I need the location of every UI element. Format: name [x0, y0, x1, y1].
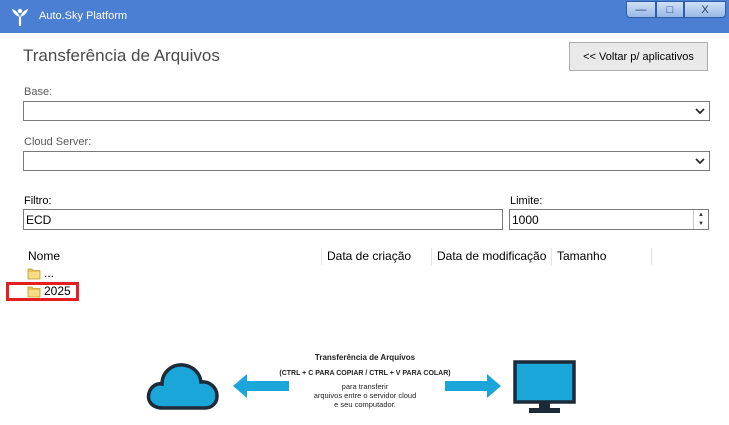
list-item[interactable]: ...: [23, 265, 54, 281]
cloud-icon: [146, 363, 219, 410]
banner-line-1: para transferir: [341, 382, 389, 391]
list-header: Nome Data de criação Data de modificação…: [23, 248, 710, 265]
minimize-button[interactable]: —: [626, 1, 656, 18]
limit-label: Limite:: [510, 195, 543, 207]
banner-shortcut: (CTRL + C PARA COPIAR / CTRL + V PARA CO…: [279, 370, 451, 377]
maximize-button[interactable]: □: [656, 1, 684, 18]
highlight-box: [6, 282, 79, 301]
cloud-server-select[interactable]: [23, 151, 710, 171]
page-title: Transferência de Arquivos: [23, 46, 220, 65]
column-header-modified[interactable]: Data de modificação: [432, 248, 552, 265]
window-title: Auto.Sky Platform: [39, 10, 128, 22]
filter-input[interactable]: ECD: [23, 209, 503, 230]
arrow-right-icon: [445, 374, 501, 398]
transfer-banner: Transferência de Arquivos (CTRL + C PARA…: [0, 345, 729, 425]
spin-up-icon[interactable]: ▲: [694, 210, 708, 219]
banner-title: Transferência de Arquivos: [314, 353, 416, 362]
app-logo-icon: [12, 8, 28, 26]
window-controls: — □ X: [626, 1, 726, 19]
column-header-size[interactable]: Tamanho: [552, 248, 652, 265]
filter-label: Filtro:: [24, 195, 52, 207]
spin-down-icon[interactable]: ▼: [694, 219, 708, 228]
spin-buttons: ▲ ▼: [693, 210, 708, 229]
chevron-down-icon: [695, 108, 705, 115]
base-select[interactable]: [23, 101, 710, 121]
title-bar: Auto.Sky Platform — □ X: [0, 0, 729, 33]
back-to-apps-button[interactable]: << Voltar p/ aplicativos: [569, 42, 708, 71]
column-header-created[interactable]: Data de criação: [322, 248, 432, 265]
chevron-down-icon: [695, 158, 705, 165]
base-label: Base:: [24, 86, 53, 98]
monitor-icon: [513, 360, 576, 413]
file-list[interactable]: Nome Data de criação Data de modificação…: [23, 248, 710, 334]
arrow-left-icon: [233, 374, 289, 398]
close-button[interactable]: X: [684, 1, 726, 18]
limit-spinbox[interactable]: 1000 ▲ ▼: [509, 209, 709, 230]
banner-line-3: e seu computador.: [334, 400, 396, 409]
banner-description: para transferir arquivos entre o servido…: [290, 382, 440, 409]
column-header-name[interactable]: Nome: [23, 248, 322, 265]
limit-value: 1000: [512, 213, 539, 227]
list-item-name: ...: [44, 266, 55, 280]
folder-icon: [27, 268, 41, 279]
cloud-server-label: Cloud Server:: [24, 136, 92, 148]
banner-line-2: arquivos entre o servidor cloud: [313, 391, 417, 400]
